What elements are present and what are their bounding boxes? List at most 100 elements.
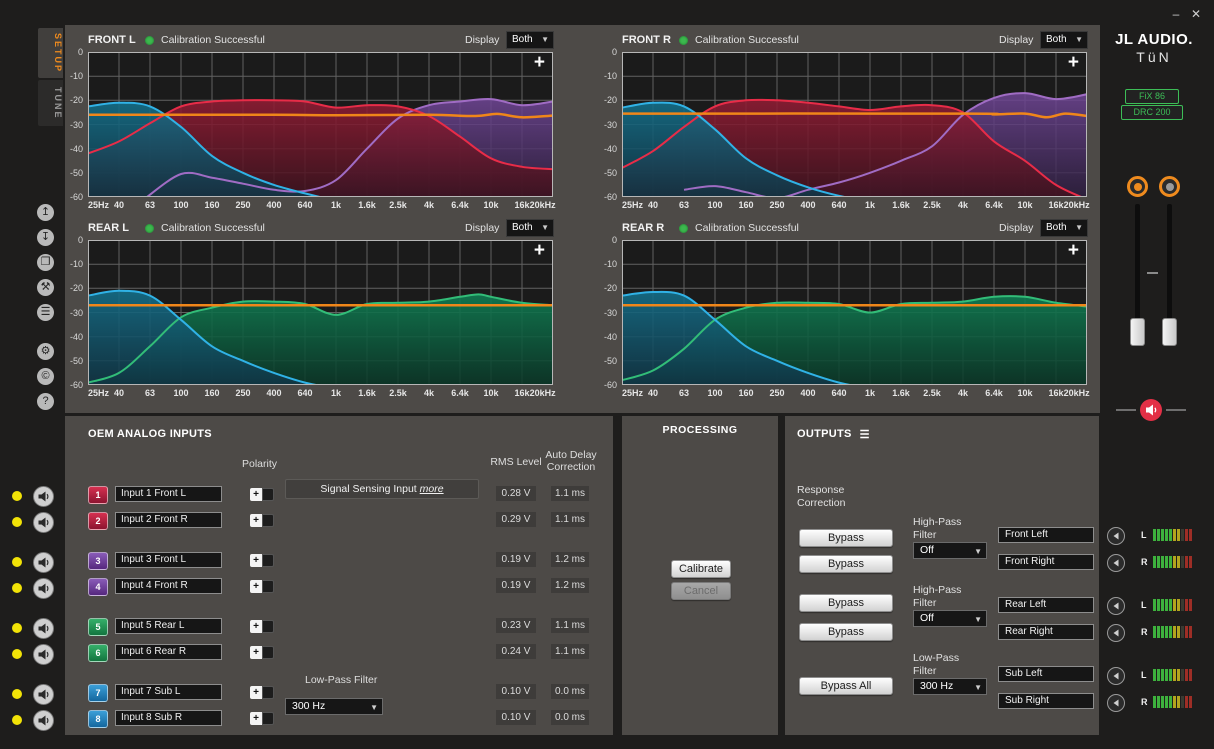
polarity-toggle[interactable]: + — [250, 580, 274, 593]
tools-icon[interactable]: ⚒ — [37, 279, 54, 296]
monitor-speaker-icon[interactable] — [1107, 667, 1125, 685]
graph-panel: FRONT L Calibration Successful Display B… — [64, 34, 554, 214]
calibration-status-text: Calibration Successful — [695, 34, 799, 46]
input-name-field[interactable]: Input 1 Front L — [115, 486, 222, 502]
polarity-toggle[interactable]: + — [250, 514, 274, 527]
polarity-toggle[interactable]: + — [250, 554, 274, 567]
frequency-response-plot: + — [622, 52, 1087, 197]
display-dropdown[interactable]: Both▼ — [1040, 219, 1088, 237]
calibrate-button[interactable]: Calibrate — [671, 560, 731, 578]
output-name-field-front-left[interactable]: Front Left — [998, 527, 1094, 543]
input-name-field[interactable]: Input 6 Rear R — [115, 644, 222, 660]
fader-center-mark — [1147, 272, 1158, 274]
monitor-speaker-icon[interactable] — [1107, 527, 1125, 545]
delay-correction-value: 0.0 ms — [551, 684, 589, 699]
display-label: Display — [999, 222, 1033, 234]
output-name-field-sub-left[interactable]: Sub Left — [998, 666, 1094, 682]
speaker-icon[interactable] — [33, 578, 54, 599]
speaker-icon[interactable] — [33, 618, 54, 639]
output-lowpass-dropdown[interactable]: 300 Hz▼ — [913, 678, 987, 695]
meter-segments — [1153, 529, 1192, 541]
delay-correction-value: 0.0 ms — [551, 710, 589, 725]
input-name-field[interactable]: Input 3 Front L — [115, 552, 222, 568]
speaker-icon[interactable] — [33, 552, 54, 573]
monitor-speaker-icon[interactable] — [1107, 624, 1125, 642]
polarity-toggle[interactable]: + — [250, 620, 274, 633]
polarity-plus-icon: + — [250, 686, 262, 699]
download-icon[interactable]: ↧ — [37, 229, 54, 246]
tab-setup[interactable]: SETUP — [38, 28, 63, 78]
polarity-toggle[interactable]: + — [250, 712, 274, 725]
speaker-icon[interactable] — [33, 710, 54, 731]
outputs-menu-icon[interactable]: ☰ — [860, 428, 870, 441]
monitor-speaker-icon[interactable] — [1107, 554, 1125, 572]
display-label: Display — [465, 222, 499, 234]
highpass-front-dropdown[interactable]: Off▼ — [913, 542, 987, 559]
copyright-icon[interactable]: © — [37, 368, 54, 385]
input-name-field[interactable]: Input 4 Front R — [115, 578, 222, 594]
delay-correction-value: 1.1 ms — [551, 486, 589, 501]
delay-correction-value: 1.1 ms — [551, 644, 589, 659]
frequency-response-plot: + — [88, 240, 553, 385]
meter-channel-label: L — [1141, 599, 1151, 611]
speaker-icon[interactable] — [33, 486, 54, 507]
rms-level-value: 0.10 V — [496, 710, 536, 725]
lowpass-filter-label: Low-PassFilter — [913, 652, 959, 678]
fix86-device-button[interactable]: FiX 86 — [1125, 89, 1179, 104]
bypass-rear-left-button[interactable]: Bypass — [799, 594, 893, 612]
output-name-field-sub-right[interactable]: Sub Right — [998, 693, 1094, 709]
output-name-field-rear-right[interactable]: Rear Right — [998, 624, 1094, 640]
graph-title: REAR L — [88, 222, 129, 234]
settings-gear-icon[interactable]: ⚙ — [37, 343, 54, 360]
drc200-device-button[interactable]: DRC 200 — [1121, 105, 1183, 120]
bypass-front-right-button[interactable]: Bypass — [799, 555, 893, 573]
input-lowpass-label: Low-Pass Filter — [305, 674, 377, 686]
right-fader-handle[interactable] — [1162, 318, 1177, 346]
copy-icon[interactable]: ❐ — [37, 254, 54, 271]
polarity-toggle[interactable]: + — [250, 646, 274, 659]
display-dropdown[interactable]: Both▼ — [506, 31, 554, 49]
tab-tune[interactable]: TUNE — [38, 80, 63, 126]
output-name-field-front-right[interactable]: Front Right — [998, 554, 1094, 570]
cancel-button[interactable]: Cancel — [671, 582, 731, 600]
list-icon[interactable]: ☰ — [37, 304, 54, 321]
polarity-toggle[interactable]: + — [250, 686, 274, 699]
bypass-rear-right-button[interactable]: Bypass — [799, 623, 893, 641]
zoom-plus-icon[interactable]: + — [534, 54, 545, 72]
speaker-icon[interactable] — [33, 684, 54, 705]
left-fader-handle[interactable] — [1130, 318, 1145, 346]
delay-correction-value: 1.1 ms — [551, 512, 589, 527]
left-level-knob[interactable] — [1127, 176, 1148, 197]
auto-delay-header: Auto DelayCorrection — [543, 449, 599, 473]
polarity-toggle[interactable]: + — [250, 488, 274, 501]
upload-icon[interactable]: ↥ — [37, 204, 54, 221]
output-name-field-rear-left[interactable]: Rear Left — [998, 597, 1094, 613]
input-name-field[interactable]: Input 8 Sub R — [115, 710, 222, 726]
monitor-speaker-icon[interactable] — [1107, 597, 1125, 615]
input-lowpass-dropdown[interactable]: 300 Hz▼ — [285, 698, 383, 715]
display-dropdown[interactable]: Both▼ — [1040, 31, 1088, 49]
display-label: Display — [465, 34, 499, 46]
input-name-field[interactable]: Input 2 Front R — [115, 512, 222, 528]
close-button[interactable]: ✕ — [1188, 6, 1204, 22]
signal-led — [12, 623, 22, 633]
minimize-button[interactable]: – — [1168, 6, 1184, 22]
bypass-front-left-button[interactable]: Bypass — [799, 529, 893, 547]
help-icon[interactable]: ? — [37, 393, 54, 410]
input-name-field[interactable]: Input 5 Rear L — [115, 618, 222, 634]
zoom-plus-icon[interactable]: + — [1068, 242, 1079, 260]
zoom-plus-icon[interactable]: + — [1068, 54, 1079, 72]
speaker-icon[interactable] — [33, 644, 54, 665]
calibration-status-text: Calibration Successful — [695, 222, 799, 234]
right-level-knob[interactable] — [1159, 176, 1180, 197]
bypass-all-button[interactable]: Bypass All — [799, 677, 893, 695]
highpass-rear-dropdown[interactable]: Off▼ — [913, 610, 987, 627]
display-dropdown[interactable]: Both▼ — [506, 219, 554, 237]
input-name-field[interactable]: Input 7 Sub L — [115, 684, 222, 700]
polarity-plus-icon: + — [250, 620, 262, 633]
mute-button[interactable] — [1140, 399, 1162, 421]
zoom-plus-icon[interactable]: + — [534, 242, 545, 260]
speaker-icon[interactable] — [33, 512, 54, 533]
monitor-speaker-icon[interactable] — [1107, 694, 1125, 712]
calibration-status-text: Calibration Successful — [161, 34, 265, 46]
